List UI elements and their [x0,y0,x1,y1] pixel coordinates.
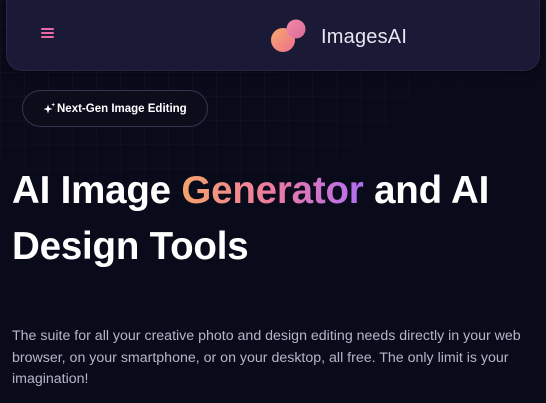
imagesai-logo-icon [271,19,306,52]
hamburger-menu-icon[interactable] [38,26,58,42]
top-navbar: ImagesAI [6,0,540,71]
hero-description: The suite for all your creative photo an… [12,328,521,387]
brand-name: ImagesAI [321,25,408,48]
sparkle-icon [43,102,56,114]
hero-title: AI Image Generator and AI Design Tools [12,163,540,275]
brand-logo-link[interactable]: ImagesAI [269,17,407,57]
feature-badge[interactable]: Next-Gen Image Editing [22,90,208,127]
hero-title-highlight: Generator [181,169,364,212]
badge-label: Next-Gen Image Editing [57,102,187,115]
hero-title-part1: AI Image [12,169,182,212]
